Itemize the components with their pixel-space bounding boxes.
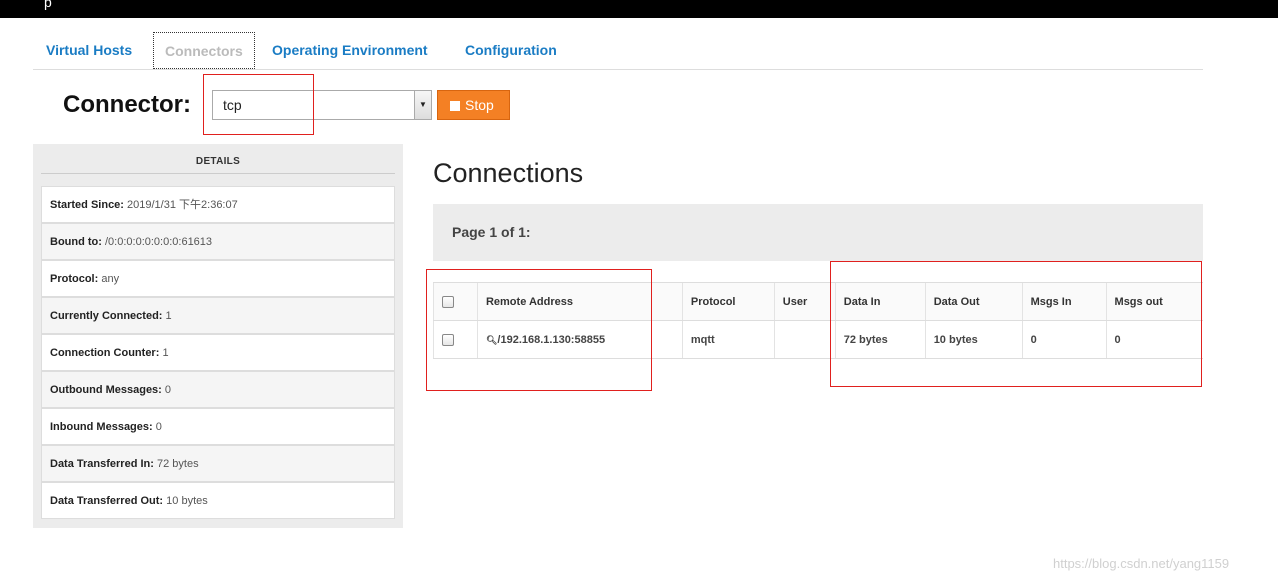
connector-label: Connector:	[63, 91, 191, 118]
tab-configuration[interactable]: Configuration	[465, 32, 557, 69]
stop-button-label: Stop	[465, 97, 494, 113]
detail-value: 0	[155, 421, 162, 433]
detail-row: Bound to: /0:0:0:0:0:0:0:0:61613	[41, 223, 395, 260]
detail-label: Currently Connected:	[50, 310, 163, 322]
protocol-cell: mqtt	[681, 320, 775, 359]
stop-button[interactable]: Stop	[437, 90, 510, 120]
detail-label: Data Transferred In:	[50, 458, 154, 470]
detail-row: Started Since: 2019/1/31 下午2:36:07	[41, 186, 395, 223]
stop-icon	[450, 101, 460, 111]
detail-value: /0:0:0:0:0:0:0:0:61613	[105, 236, 213, 248]
tab-virtual-hosts[interactable]: Virtual Hosts	[46, 32, 132, 69]
tab-connectors[interactable]: Connectors	[153, 32, 255, 69]
watermark: https://blog.csdn.net/yang1159	[1053, 556, 1230, 571]
details-panel: DETAILS Started Since: 2019/1/31 下午2:36:…	[33, 144, 403, 528]
detail-row: Protocol: any	[41, 260, 395, 297]
detail-row: Data Transferred In: 72 bytes	[41, 445, 395, 482]
user-cell	[773, 320, 836, 359]
detail-row: Outbound Messages: 0	[41, 371, 395, 408]
detail-value: 0	[164, 384, 172, 396]
header-protocol[interactable]: Protocol	[681, 282, 775, 321]
detail-row: Inbound Messages: 0	[41, 408, 395, 445]
detail-label: Outbound Messages:	[50, 384, 162, 396]
top-bar: p	[0, 0, 1278, 18]
detail-value: 72 bytes	[156, 458, 199, 470]
dropdown-arrow-icon[interactable]: ▼	[414, 91, 431, 119]
detail-label: Connection Counter:	[50, 347, 160, 359]
detail-value: 2019/1/31 下午2:36:07	[127, 199, 238, 211]
tab-bar: Virtual Hosts Connectors Operating Envir…	[33, 32, 1203, 70]
logo-glyph: p	[44, 0, 52, 10]
detail-value: 1	[165, 310, 172, 322]
detail-value: 1	[162, 347, 169, 359]
detail-label: Data Transferred Out:	[50, 495, 164, 507]
detail-value: 10 bytes	[166, 495, 208, 507]
details-title: DETAILS	[41, 152, 395, 174]
detail-value: any	[101, 273, 120, 285]
pager: Page 1 of 1:	[433, 204, 1203, 261]
annotation-box-data-columns	[830, 261, 1202, 387]
detail-label: Bound to:	[50, 236, 102, 248]
annotation-box-connector	[203, 74, 314, 135]
detail-row: Currently Connected: 1	[41, 297, 395, 334]
annotation-box-remote-address	[426, 269, 652, 391]
header-user[interactable]: User	[773, 282, 836, 321]
detail-row: Connection Counter: 1	[41, 334, 395, 371]
detail-label: Started Since:	[50, 199, 124, 211]
tab-operating-environment[interactable]: Operating Environment	[272, 32, 428, 69]
detail-label: Inbound Messages:	[50, 421, 153, 433]
detail-label: Protocol:	[50, 273, 99, 285]
detail-row: Data Transferred Out: 10 bytes	[41, 482, 395, 519]
connections-title: Connections	[433, 158, 584, 188]
